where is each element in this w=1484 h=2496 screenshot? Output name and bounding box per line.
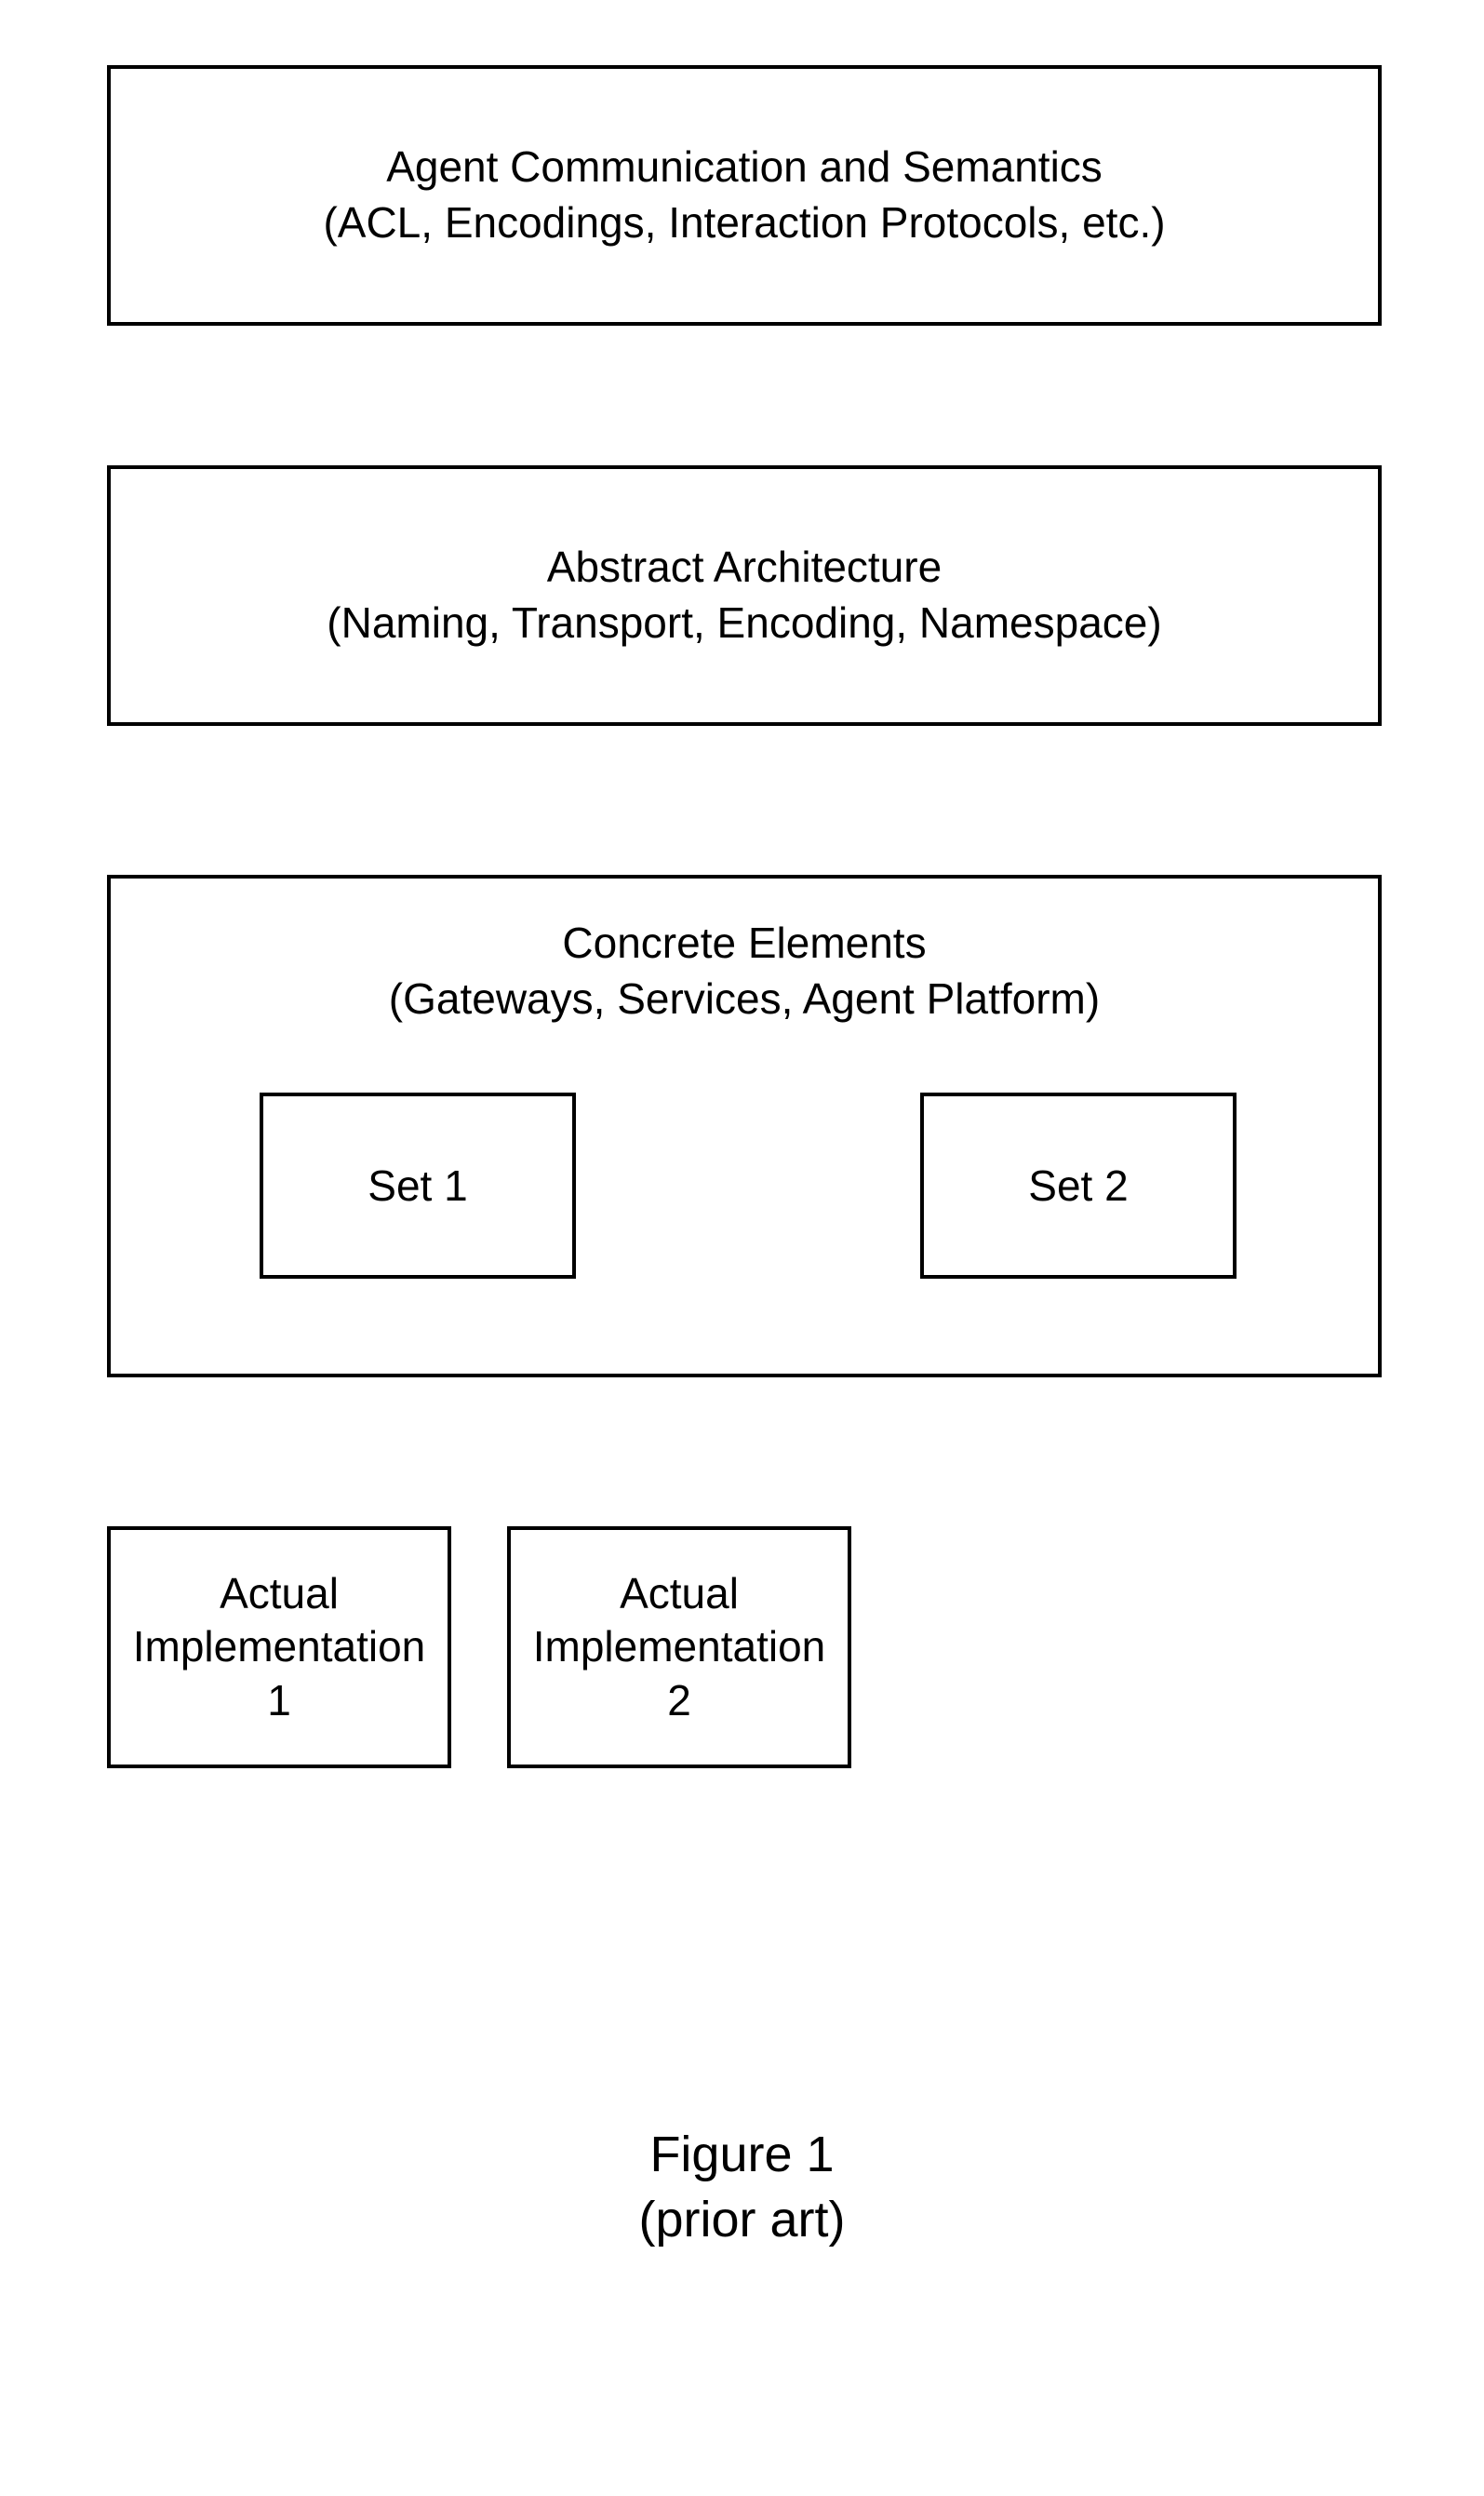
implementations-row: Actual Implementation 1 Actual Implement…	[107, 1526, 851, 1768]
layer3-title: Concrete Elements	[562, 916, 926, 972]
set-2-label: Set 2	[1028, 1161, 1128, 1211]
diagram-canvas: Agent Communication and Semantics (ACL, …	[0, 0, 1484, 2496]
caption-line2: (prior art)	[0, 2187, 1484, 2252]
layer2-title: Abstract Architecture	[547, 540, 942, 596]
layer-abstract-architecture: Abstract Architecture (Naming, Transport…	[107, 465, 1382, 726]
impl1-line3: 1	[267, 1674, 291, 1728]
impl2-line3: 2	[667, 1674, 691, 1728]
layer2-subtitle: (Naming, Transport, Encoding, Namespace)	[327, 596, 1161, 651]
impl2-line1: Actual	[620, 1567, 739, 1621]
layer-concrete-elements: Concrete Elements (Gateways, Services, A…	[107, 875, 1382, 1377]
layer-agent-communication: Agent Communication and Semantics (ACL, …	[107, 65, 1382, 326]
actual-implementation-1: Actual Implementation 1	[107, 1526, 451, 1768]
figure-caption: Figure 1 (prior art)	[0, 2122, 1484, 2252]
layer1-title: Agent Communication and Semantics	[386, 140, 1103, 195]
impl1-line2: Implementation	[133, 1620, 426, 1674]
set-1-label: Set 1	[368, 1161, 467, 1211]
set-2-box: Set 2	[920, 1093, 1237, 1279]
caption-line1: Figure 1	[0, 2122, 1484, 2187]
actual-implementation-2: Actual Implementation 2	[507, 1526, 851, 1768]
layer1-subtitle: (ACL, Encodings, Interaction Protocols, …	[323, 195, 1165, 251]
set-1-box: Set 1	[260, 1093, 576, 1279]
layer3-subtitle: (Gateways, Services, Agent Platform)	[389, 972, 1100, 1027]
sets-row: Set 1 Set 2	[260, 1093, 1237, 1279]
impl1-line1: Actual	[220, 1567, 339, 1621]
impl2-line2: Implementation	[533, 1620, 826, 1674]
